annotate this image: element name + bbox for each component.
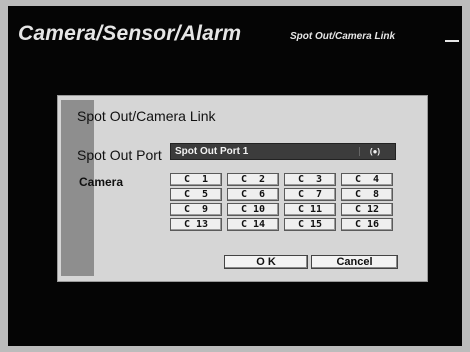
camera-button-1[interactable]: C 1: [170, 173, 222, 186]
dropdown-indicator-icon: (●): [359, 147, 390, 156]
camera-button-5[interactable]: C 5: [170, 188, 222, 201]
camera-button-11[interactable]: C 11: [284, 203, 336, 216]
camera-button-3[interactable]: C 3: [284, 173, 336, 186]
camera-label: Camera: [79, 175, 124, 189]
camera-button-12[interactable]: C 12: [341, 203, 393, 216]
camera-button-8[interactable]: C 8: [341, 188, 393, 201]
camera-button-2[interactable]: C 2: [227, 173, 279, 186]
camera-button-9[interactable]: C 9: [170, 203, 222, 216]
ok-button[interactable]: O K: [224, 255, 308, 269]
cancel-button[interactable]: Cancel: [311, 255, 398, 269]
spot-out-port-value: Spot Out Port 1: [175, 146, 249, 157]
spot-out-port-select[interactable]: Spot Out Port 1 (●): [170, 143, 396, 160]
camera-button-13[interactable]: C 13: [170, 218, 222, 231]
camera-button-7[interactable]: C 7: [284, 188, 336, 201]
camera-button-10[interactable]: C 10: [227, 203, 279, 216]
subtitle-underline: [445, 40, 459, 42]
camera-button-15[interactable]: C 15: [284, 218, 336, 231]
page-subtitle: Spot Out/Camera Link: [290, 31, 396, 42]
page-title: Camera/Sensor/Alarm: [18, 22, 242, 45]
spot-out-port-label: Spot Out Port: [77, 147, 162, 163]
camera-button-4[interactable]: C 4: [341, 173, 393, 186]
camera-button-grid: C 1 C 2 C 3 C 4 C 5 C 6 C 7 C 8 C 9 C 10…: [170, 173, 396, 231]
camera-button-16[interactable]: C 16: [341, 218, 393, 231]
dialog-title: Spot Out/Camera Link: [77, 108, 216, 124]
camera-button-14[interactable]: C 14: [227, 218, 279, 231]
camera-button-6[interactable]: C 6: [227, 188, 279, 201]
